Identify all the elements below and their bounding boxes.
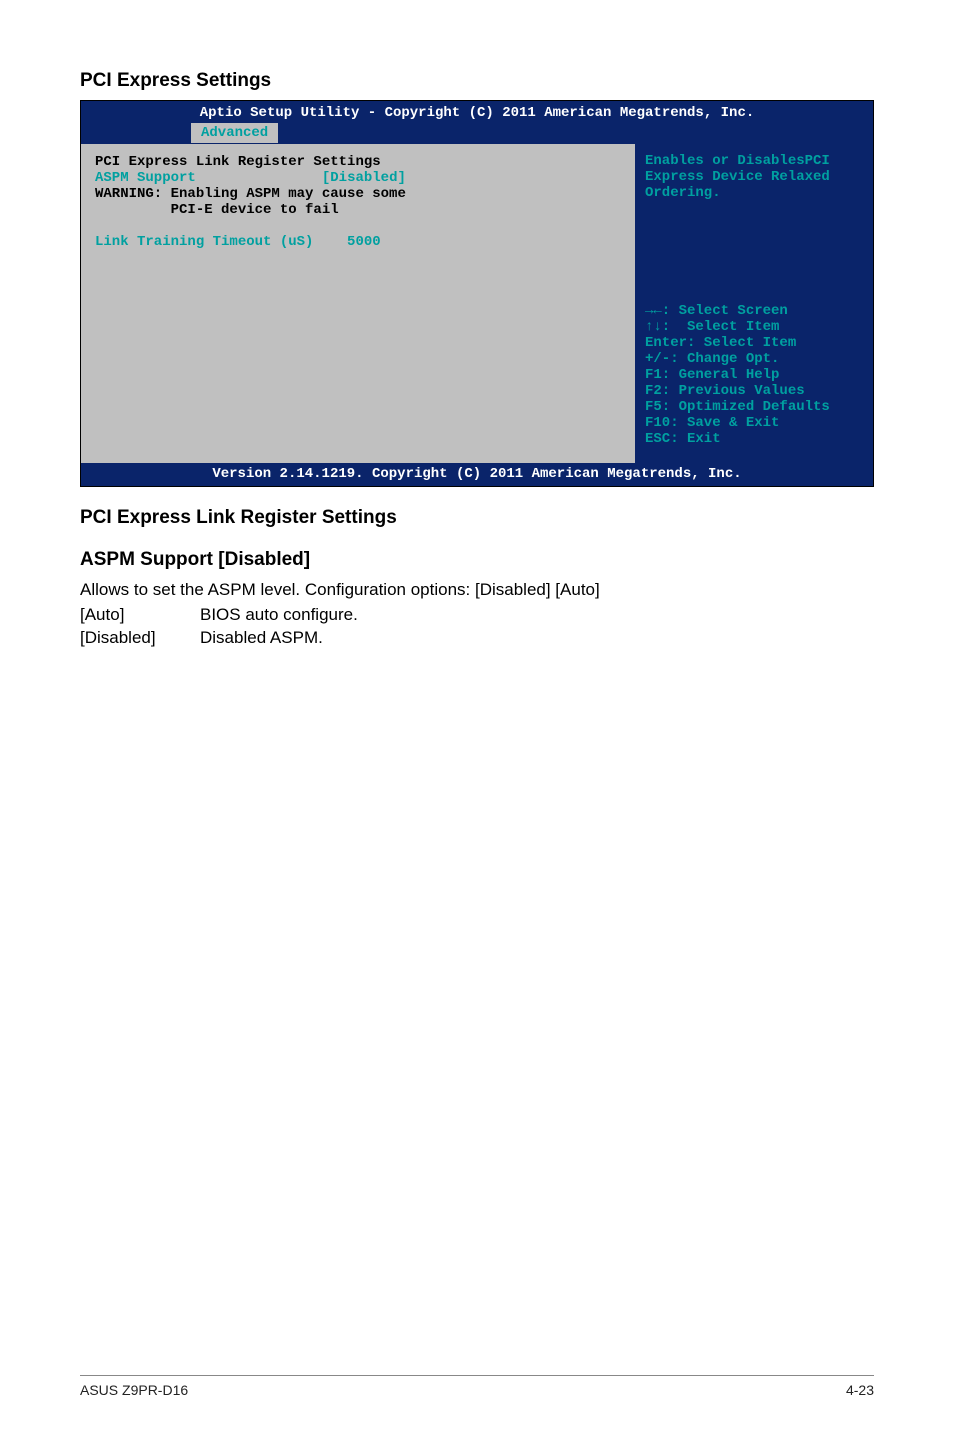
bios-warning-1: WARNING: Enabling ASPM may cause some	[95, 186, 621, 202]
bios-tab-advanced[interactable]: Advanced	[191, 123, 278, 143]
footer-left: ASUS Z9PR-D16	[80, 1382, 188, 1398]
page-footer: ASUS Z9PR-D16 4-23	[0, 1375, 954, 1438]
bios-nav-7: F5: Optimized Defaults	[645, 399, 863, 415]
bios-help-3: Ordering.	[645, 185, 863, 201]
bios-link-training-row[interactable]: Link Training Timeout (uS) 5000	[95, 234, 621, 250]
bios-header: Aptio Setup Utility - Copyright (C) 2011…	[81, 101, 873, 143]
heading-link-register: PCI Express Link Register Settings	[80, 507, 874, 529]
heading-pci-express-settings: PCI Express Settings	[80, 70, 874, 92]
bios-aspm-row[interactable]: ASPM Support [Disabled]	[95, 170, 621, 186]
bios-nav-9: ESC: Exit	[645, 431, 863, 447]
aspm-description: Allows to set the ASPM level. Configurat…	[80, 579, 874, 602]
bios-footer: Version 2.14.1219. Copyright (C) 2011 Am…	[81, 463, 873, 486]
bios-left-panel: PCI Express Link Register Settings ASPM …	[81, 143, 635, 463]
option-disabled-label: [Disabled]	[80, 627, 200, 650]
bios-nav-4: +/-: Change Opt.	[645, 351, 863, 367]
bios-section-title: PCI Express Link Register Settings	[95, 154, 621, 170]
bios-window: Aptio Setup Utility - Copyright (C) 2011…	[80, 100, 874, 487]
bios-nav-6: F2: Previous Values	[645, 383, 863, 399]
options-table: [Auto] BIOS auto configure. [Disabled] D…	[80, 604, 874, 650]
bios-aspm-label: ASPM Support	[95, 170, 196, 186]
bios-nav-5: F1: General Help	[645, 367, 863, 383]
bios-help-text: Enables or DisablesPCI Express Device Re…	[645, 153, 863, 201]
bios-help-1: Enables or DisablesPCI	[645, 153, 863, 169]
option-disabled-row: [Disabled] Disabled ASPM.	[80, 627, 874, 650]
bios-warning-2: PCI-E device to fail	[95, 202, 621, 218]
option-disabled-desc: Disabled ASPM.	[200, 627, 323, 650]
bios-nav-3: Enter: Select Item	[645, 335, 863, 351]
option-auto-label: [Auto]	[80, 604, 200, 627]
footer-right: 4-23	[846, 1382, 874, 1398]
bios-nav-8: F10: Save & Exit	[645, 415, 863, 431]
bios-nav-help: →←: Select Screen ↑↓: Select Item Enter:…	[645, 303, 863, 447]
option-auto-desc: BIOS auto configure.	[200, 604, 358, 627]
bios-aspm-value: [Disabled]	[322, 170, 406, 186]
bios-link-training-label: Link Training Timeout (uS)	[95, 234, 313, 250]
heading-aspm-support: ASPM Support [Disabled]	[80, 549, 874, 571]
bios-header-title: Aptio Setup Utility - Copyright (C) 2011…	[81, 103, 873, 123]
bios-nav-1: →←: Select Screen	[645, 303, 863, 319]
bios-help-2: Express Device Relaxed	[645, 169, 863, 185]
bios-body: PCI Express Link Register Settings ASPM …	[81, 143, 873, 463]
bios-link-training-value: 5000	[347, 234, 381, 250]
bios-nav-2: ↑↓: Select Item	[645, 319, 863, 335]
option-auto-row: [Auto] BIOS auto configure.	[80, 604, 874, 627]
bios-right-panel: Enables or DisablesPCI Express Device Re…	[635, 143, 873, 463]
